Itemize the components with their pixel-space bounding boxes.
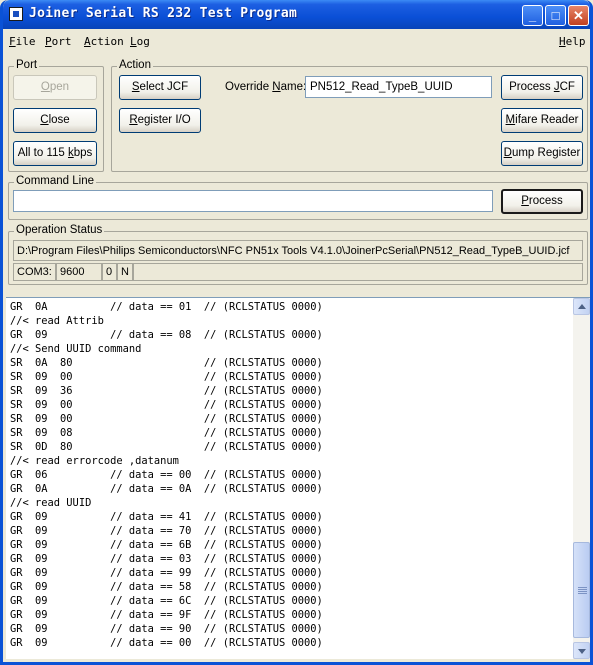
close-window-button[interactable]: ✕: [568, 5, 589, 26]
dump-register-button[interactable]: Dump Register: [501, 141, 583, 166]
status-file-path: D:\Program Files\Philips Semiconductors\…: [13, 240, 583, 261]
log-line: GR 09 // data == 00 // (RCLSTATUS 0000): [10, 637, 323, 649]
log-line: SR 09 36 // (RCLSTATUS 0000): [10, 385, 323, 397]
log-line: GR 09 // data == 99 // (RCLSTATUS 0000): [10, 567, 323, 579]
menu-action[interactable]: Action: [84, 35, 124, 48]
command-input[interactable]: [13, 190, 493, 212]
open-button[interactable]: Open: [13, 75, 97, 100]
process-jcf-button[interactable]: Process JCF: [501, 75, 583, 100]
process-command-button[interactable]: Process: [501, 189, 583, 214]
scroll-thumb[interactable]: [573, 542, 590, 638]
mifare-reader-button[interactable]: Mifare Reader: [501, 108, 583, 133]
menu-help[interactable]: Help: [559, 35, 586, 48]
log-line: SR 0A 80 // (RCLSTATUS 0000): [10, 357, 323, 369]
grip-line: [578, 587, 587, 588]
register-io-button[interactable]: Register I/O: [119, 108, 201, 133]
log-scrollbar[interactable]: [573, 298, 590, 659]
log-line: SR 09 00 // (RCLSTATUS 0000): [10, 399, 323, 411]
main-window: Joiner Serial RS 232 Test Program _ □ ✕ …: [0, 0, 593, 665]
log-line: GR 09 // data == 70 // (RCLSTATUS 0000): [10, 525, 323, 537]
log-lines: GR 0A // data == 01 // (RCLSTATUS 0000) /…: [10, 300, 323, 650]
menu-port[interactable]: Port: [45, 35, 72, 48]
log-line: GR 09 // data == 41 // (RCLSTATUS 0000): [10, 511, 323, 523]
title-bar[interactable]: Joiner Serial RS 232 Test Program _ □ ✕: [3, 0, 590, 29]
action-group-label: Action: [117, 59, 153, 71]
log-line: GR 0A // data == 0A // (RCLSTATUS 0000): [10, 483, 323, 495]
log-line: //< read errorcode ,datanum: [10, 455, 179, 467]
menu-file[interactable]: File: [9, 35, 36, 48]
status-parity: N: [117, 263, 133, 281]
window-title: Joiner Serial RS 232 Test Program: [29, 6, 298, 21]
log-line: SR 09 08 // (RCLSTATUS 0000): [10, 427, 323, 439]
log-line: //< read UUID: [10, 497, 92, 509]
log-line: SR 0D 80 // (RCLSTATUS 0000): [10, 441, 323, 453]
command-line-label: Command Line: [14, 175, 96, 187]
minimize-button[interactable]: _: [522, 5, 543, 26]
override-name-label: Override Name:: [225, 81, 307, 93]
port-group-label: Port: [14, 59, 40, 71]
log-line: SR 09 00 // (RCLSTATUS 0000): [10, 371, 323, 383]
log-line: GR 06 // data == 00 // (RCLSTATUS 0000): [10, 469, 323, 481]
grip-line: [578, 589, 587, 590]
close-port-button[interactable]: Close: [13, 108, 97, 133]
maximize-button[interactable]: □: [545, 5, 566, 26]
log-line: GR 09 // data == 9F // (RCLSTATUS 0000): [10, 609, 323, 621]
baud-115-button[interactable]: All to 115 kbps: [13, 141, 97, 166]
operation-status-label: Operation Status: [14, 224, 105, 236]
log-line: //< Send UUID command: [10, 343, 142, 355]
log-line: GR 09 // data == 03 // (RCLSTATUS 0000): [10, 553, 323, 565]
app-icon[interactable]: [9, 7, 23, 21]
select-jcf-button[interactable]: Select JCF: [119, 75, 201, 100]
log-line: GR 09 // data == 6B // (RCLSTATUS 0000): [10, 539, 323, 551]
menu-log[interactable]: Log: [130, 35, 150, 48]
scroll-down-arrow-icon[interactable]: [573, 642, 590, 659]
status-extra: [133, 263, 583, 281]
log-line: SR 09 00 // (RCLSTATUS 0000): [10, 413, 323, 425]
log-line: GR 09 // data == 08 // (RCLSTATUS 0000): [10, 329, 323, 341]
log-line: //< read Attrib: [10, 315, 104, 327]
override-name-input[interactable]: PN512_Read_TypeB_UUID: [305, 76, 492, 98]
log-line: GR 09 // data == 58 // (RCLSTATUS 0000): [10, 581, 323, 593]
status-baud: 9600: [56, 263, 102, 281]
log-output[interactable]: GR 0A // data == 01 // (RCLSTATUS 0000) /…: [6, 297, 590, 659]
scroll-up-arrow-icon[interactable]: [573, 298, 590, 315]
grip-line: [578, 591, 587, 592]
menu-bar: File Port Action Log Help: [3, 31, 590, 53]
log-line: GR 0A // data == 01 // (RCLSTATUS 0000): [10, 301, 323, 313]
status-port: COM3:: [13, 263, 56, 281]
grip-line: [578, 593, 587, 594]
status-parity-bits: 0: [102, 263, 117, 281]
log-line: GR 09 // data == 90 // (RCLSTATUS 0000): [10, 623, 323, 635]
log-line: GR 09 // data == 6C // (RCLSTATUS 0000): [10, 595, 323, 607]
